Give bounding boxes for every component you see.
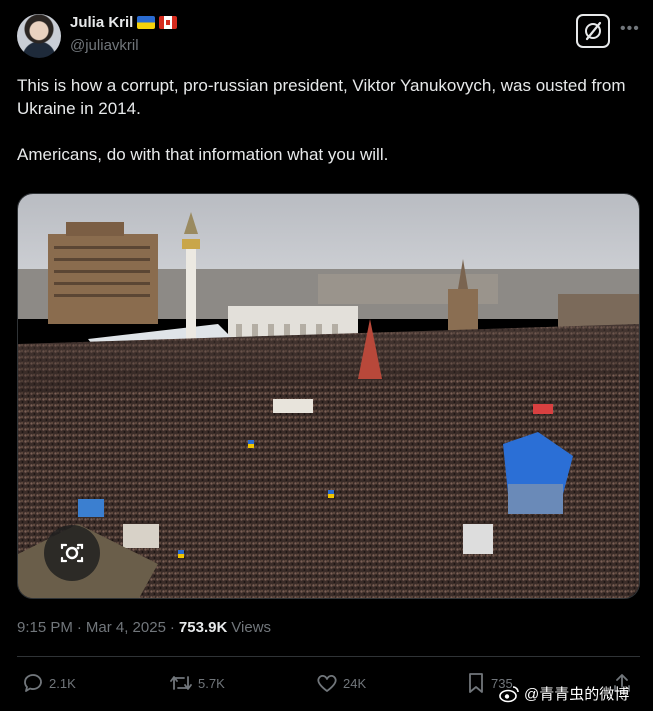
- reply-icon: [24, 674, 42, 692]
- author-display-name[interactable]: Julia Kril: [70, 14, 133, 31]
- tweet-date[interactable]: Mar 4, 2025: [86, 619, 166, 636]
- tweet-paragraph: Americans, do with that information what…: [17, 145, 389, 164]
- weibo-watermark: @青青虫的微博: [498, 683, 629, 704]
- tweet-photo[interactable]: [17, 193, 640, 599]
- like-button[interactable]: 24K: [316, 672, 366, 694]
- watermark-text: @青青虫的微博: [524, 686, 630, 703]
- canada-flag-icon: [159, 16, 178, 29]
- tweet-time[interactable]: 9:15 PM: [17, 619, 73, 636]
- maidan-crowd-photo: [18, 194, 639, 598]
- repost-button[interactable]: 5.7K: [169, 672, 225, 694]
- views-label: Views: [231, 619, 272, 636]
- author-handle[interactable]: @juliavkril: [70, 37, 139, 54]
- bookmark-icon: [469, 673, 483, 693]
- tweet-meta: 9:15 PM · Mar 4, 2025 · 753.9K Views: [17, 619, 271, 636]
- like-count: 24K: [343, 675, 367, 691]
- reply-button[interactable]: 2.1K: [22, 672, 76, 694]
- grok-button[interactable]: [576, 14, 610, 48]
- divider: [17, 656, 640, 657]
- weibo-logo-icon: [499, 685, 519, 702]
- repost-icon: [170, 676, 192, 690]
- visual-search-button[interactable]: [44, 525, 100, 581]
- more-options-icon[interactable]: •••: [620, 20, 640, 38]
- author-name-row: Julia Kril: [70, 14, 178, 31]
- meta-separator: ·: [76, 619, 82, 636]
- author-avatar[interactable]: [17, 14, 61, 58]
- grok-icon: [585, 21, 602, 41]
- repost-count: 5.7K: [198, 675, 225, 691]
- tweet-paragraph: This is how a corrupt, pro-russian presi…: [17, 76, 626, 118]
- heart-icon: [317, 674, 337, 692]
- ukraine-flag-icon: [137, 16, 156, 29]
- tweet-text: This is how a corrupt, pro-russian presi…: [17, 74, 627, 189]
- views-count: 753.9K: [178, 619, 228, 636]
- reply-count: 2.1K: [49, 675, 76, 691]
- camera-lens-icon: [60, 543, 84, 563]
- meta-separator: ·: [169, 619, 175, 636]
